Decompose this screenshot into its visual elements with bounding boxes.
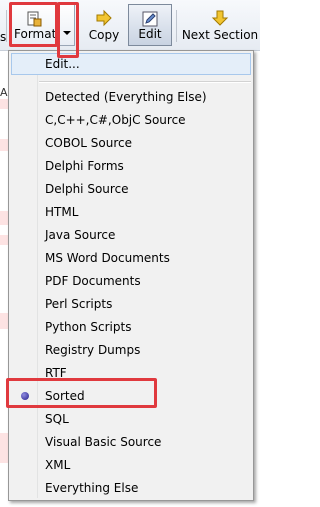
- format-icon: [27, 11, 42, 27]
- menu-item-label: Delphi Forms: [45, 159, 124, 173]
- edit-button[interactable]: Edit: [128, 4, 172, 46]
- menu-item-label: Registry Dumps: [45, 343, 141, 357]
- menu-item-label: COBOL Source: [45, 136, 133, 150]
- next-section-button[interactable]: Next Section: [180, 4, 260, 46]
- copy-button[interactable]: Copy: [85, 4, 123, 46]
- menu-item-label: MS Word Documents: [45, 251, 170, 265]
- menu-item-label: Perl Scripts: [45, 297, 113, 311]
- toolbar-separator: [176, 10, 177, 42]
- menu-item-label: Python Scripts: [45, 320, 132, 334]
- menu-item-ms-word[interactable]: MS Word Documents: [11, 247, 251, 269]
- menu-item-label: C,C++,C#,ObjC Source: [45, 113, 186, 127]
- menu-item-label: Java Source: [45, 228, 116, 242]
- menu-separator: [39, 81, 251, 83]
- menu-item-html[interactable]: HTML: [11, 201, 251, 223]
- edit-icon: [142, 11, 158, 27]
- next-section-button-label: Next Section: [181, 28, 259, 42]
- menu-item-c-cpp-csharp-objc[interactable]: C,C++,C#,ObjC Source: [11, 109, 251, 131]
- menu-item-sorted[interactable]: Sorted: [11, 385, 251, 407]
- format-dropdown-arrow-button[interactable]: [58, 4, 75, 46]
- copy-button-label: Copy: [88, 28, 120, 42]
- edit-button-label: Edit: [138, 27, 162, 41]
- arrow-down-icon: [211, 10, 229, 26]
- menu-item-rtf[interactable]: RTF: [11, 362, 251, 384]
- menu-item-edit[interactable]: Edit...: [11, 53, 251, 75]
- menu-item-label: RTF: [45, 366, 67, 380]
- menu-item-label: Everything Else: [45, 481, 139, 495]
- menu-item-label: Edit...: [45, 57, 80, 71]
- menu-item-detected[interactable]: Detected (Everything Else): [11, 86, 251, 108]
- menu-item-label: Sorted: [45, 389, 85, 403]
- menu-item-java[interactable]: Java Source: [11, 224, 251, 246]
- arrow-right-icon: [96, 9, 112, 27]
- menu-item-label: PDF Documents: [45, 274, 141, 288]
- menu-item-cobol[interactable]: COBOL Source: [11, 132, 251, 154]
- menu-item-label: Delphi Source: [45, 182, 129, 196]
- toolbar: s Format Copy Edit Next Section: [0, 0, 260, 51]
- chevron-down-icon: [63, 31, 71, 35]
- menu-item-label: Detected (Everything Else): [45, 90, 207, 104]
- menu-item-label: SQL: [45, 412, 69, 426]
- menu-item-delphi-forms[interactable]: Delphi Forms: [11, 155, 251, 177]
- format-button-label: Format: [14, 27, 56, 41]
- menu-item-visual-basic[interactable]: Visual Basic Source: [11, 431, 251, 453]
- toolbar-separator: [6, 10, 7, 42]
- menu-item-label: XML: [45, 458, 71, 472]
- menu-item-sql[interactable]: SQL: [11, 408, 251, 430]
- menu-item-label: HTML: [45, 205, 79, 219]
- format-button[interactable]: Format: [11, 4, 57, 46]
- format-dropdown-menu: Edit... Detected (Everything Else) C,C++…: [8, 50, 254, 501]
- menu-item-xml[interactable]: XML: [11, 454, 251, 476]
- radio-selected-icon: [21, 392, 29, 400]
- menu-item-label: Visual Basic Source: [45, 435, 162, 449]
- menu-item-pdf[interactable]: PDF Documents: [11, 270, 251, 292]
- menu-item-everything-else[interactable]: Everything Else: [11, 477, 251, 499]
- menu-item-delphi-source[interactable]: Delphi Source: [11, 178, 251, 200]
- menu-item-perl[interactable]: Perl Scripts: [11, 293, 251, 315]
- menu-item-python[interactable]: Python Scripts: [11, 316, 251, 338]
- menu-item-registry-dumps[interactable]: Registry Dumps: [11, 339, 251, 361]
